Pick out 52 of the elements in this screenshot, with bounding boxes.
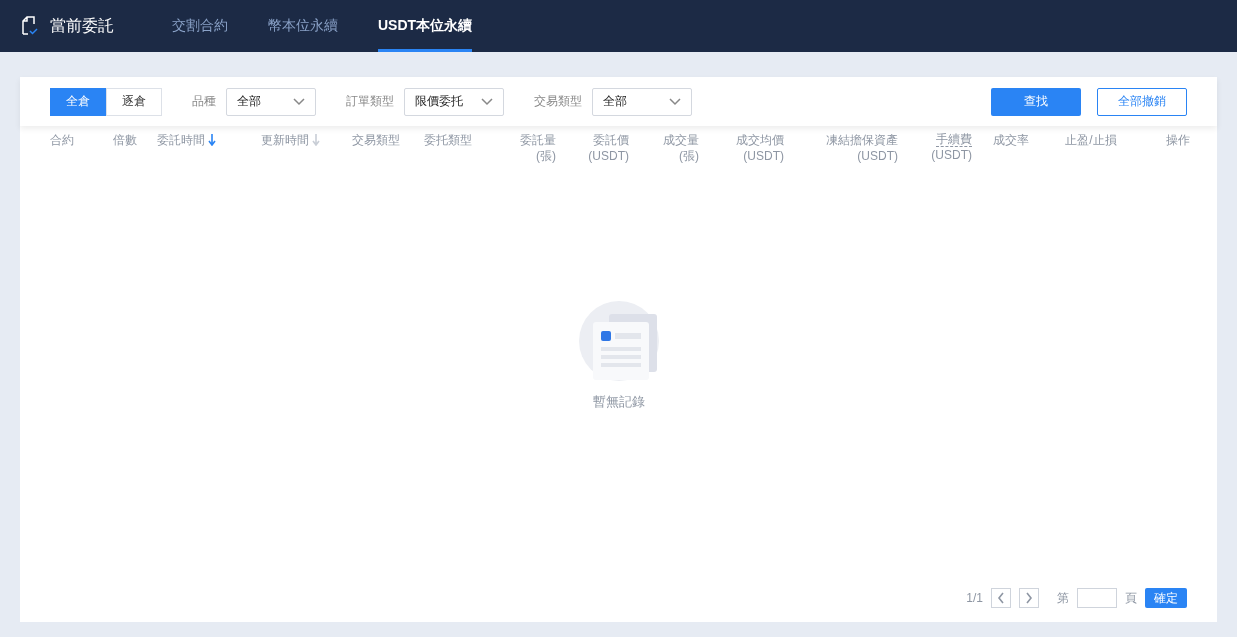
margin-mode-toggle[interactable]: 全倉 xyxy=(50,87,106,116)
filter-dropdown[interactable]: 限價委托 xyxy=(404,87,504,116)
filter-label: 交易類型 xyxy=(534,93,582,110)
previous-page-button[interactable] xyxy=(991,588,1011,608)
column-header: 委託時間 xyxy=(157,132,205,148)
tab[interactable]: USDT本位永續 xyxy=(378,0,473,52)
tab[interactable]: 幣本位永續 xyxy=(268,0,338,52)
column-header: 委託價 xyxy=(593,132,629,148)
column-header: (USDT) xyxy=(857,148,898,164)
column-header: 更新時間 xyxy=(261,132,309,148)
tab[interactable]: 交割合約 xyxy=(172,0,228,52)
filter-label: 品種 xyxy=(192,93,216,110)
filter-dropdown[interactable]: 全部 xyxy=(592,87,692,116)
column-header: 委託量 xyxy=(520,132,556,148)
chevron-down-icon xyxy=(293,97,305,106)
column-header: 成交量 xyxy=(663,132,699,148)
column-header: (USDT) xyxy=(931,147,972,163)
page-title: 當前委託 xyxy=(50,15,114,36)
page-prefix: 第 xyxy=(1057,589,1069,607)
column-header: 手續費 xyxy=(936,132,972,147)
empty-document-icon xyxy=(578,301,659,381)
confirm-button[interactable]: 確定 xyxy=(1145,588,1187,608)
page-suffix: 頁 xyxy=(1125,589,1137,607)
column-header: 止盈/止損 xyxy=(1065,132,1117,148)
page-input[interactable] xyxy=(1077,588,1117,608)
filter-dropdown[interactable]: 全部 xyxy=(226,87,316,116)
margin-mode-toggle[interactable]: 逐倉 xyxy=(106,87,162,116)
next-page-button[interactable] xyxy=(1019,588,1039,608)
chevron-left-icon xyxy=(997,592,1005,604)
column-header: 倍數 xyxy=(113,132,137,148)
column-header: 委托類型 xyxy=(424,132,472,148)
column-header: 成交均價 xyxy=(736,132,784,148)
sort-arrow-icon[interactable] xyxy=(208,134,216,146)
column-header: (張) xyxy=(536,148,556,164)
column-header: 凍結擔保資產 xyxy=(826,132,898,148)
column-header: (USDT) xyxy=(588,148,629,164)
column-header: (張) xyxy=(679,148,699,164)
chevron-right-icon xyxy=(1025,592,1033,604)
document-check-icon xyxy=(20,16,40,36)
column-header: (USDT) xyxy=(743,148,784,164)
column-header: 操作 xyxy=(1166,132,1190,148)
search-button[interactable]: 查找 xyxy=(991,87,1081,116)
cancel-all-button[interactable]: 全部撤銷 xyxy=(1097,87,1187,116)
column-header: 交易類型 xyxy=(352,132,400,148)
filter-label: 訂單類型 xyxy=(346,93,394,110)
chevron-down-icon xyxy=(481,97,493,106)
page-count: 1/1 xyxy=(966,591,983,605)
sort-arrow-icon[interactable] xyxy=(312,134,320,146)
column-header: 成交率 xyxy=(993,132,1029,148)
empty-message: 暫無記錄 xyxy=(592,393,645,411)
column-header: 合約 xyxy=(50,132,74,148)
chevron-down-icon xyxy=(669,97,681,106)
